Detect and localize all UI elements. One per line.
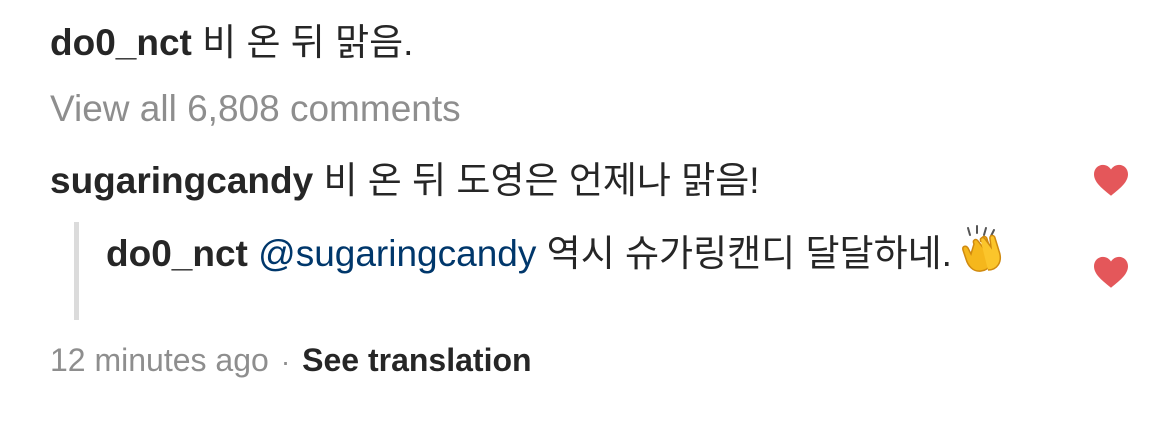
comment-text: 비 온 뒤 도영은 언제나 맑음! [323,160,760,201]
separator-dot: · [280,346,291,377]
caption-text: 비 온 뒤 맑음. [202,22,414,63]
post-caption: do0_nct 비 온 뒤 맑음. [50,20,413,66]
reply-thread-line [74,222,79,320]
comment: sugaringcandy 비 온 뒤 도영은 언제나 맑음! [50,158,760,204]
caption-username[interactable]: do0_nct [50,22,192,63]
heart-icon [1094,164,1128,196]
clapping-hands-emoji-icon [960,224,1006,287]
heart-icon [1094,256,1128,288]
reply-username[interactable]: do0_nct [106,233,248,274]
reply-text: 역시 슈가링캔디 달달하네. [546,233,952,274]
comment-like-heart-icon[interactable] [1092,163,1130,197]
comment-username[interactable]: sugaringcandy [50,160,313,201]
comment-meta: 12 minutes ago · See translation [50,338,532,384]
view-all-comments-link[interactable]: View all 6,808 comments [50,86,461,132]
see-translation-button[interactable]: See translation [302,342,531,378]
timestamp: 12 minutes ago [50,342,269,378]
reply: do0_nct @sugaringcandy 역시 슈가링캔디 달달하네. [106,224,1046,287]
reply-mention-link[interactable]: @sugaringcandy [258,233,536,274]
reply-like-heart-icon[interactable] [1092,255,1130,289]
